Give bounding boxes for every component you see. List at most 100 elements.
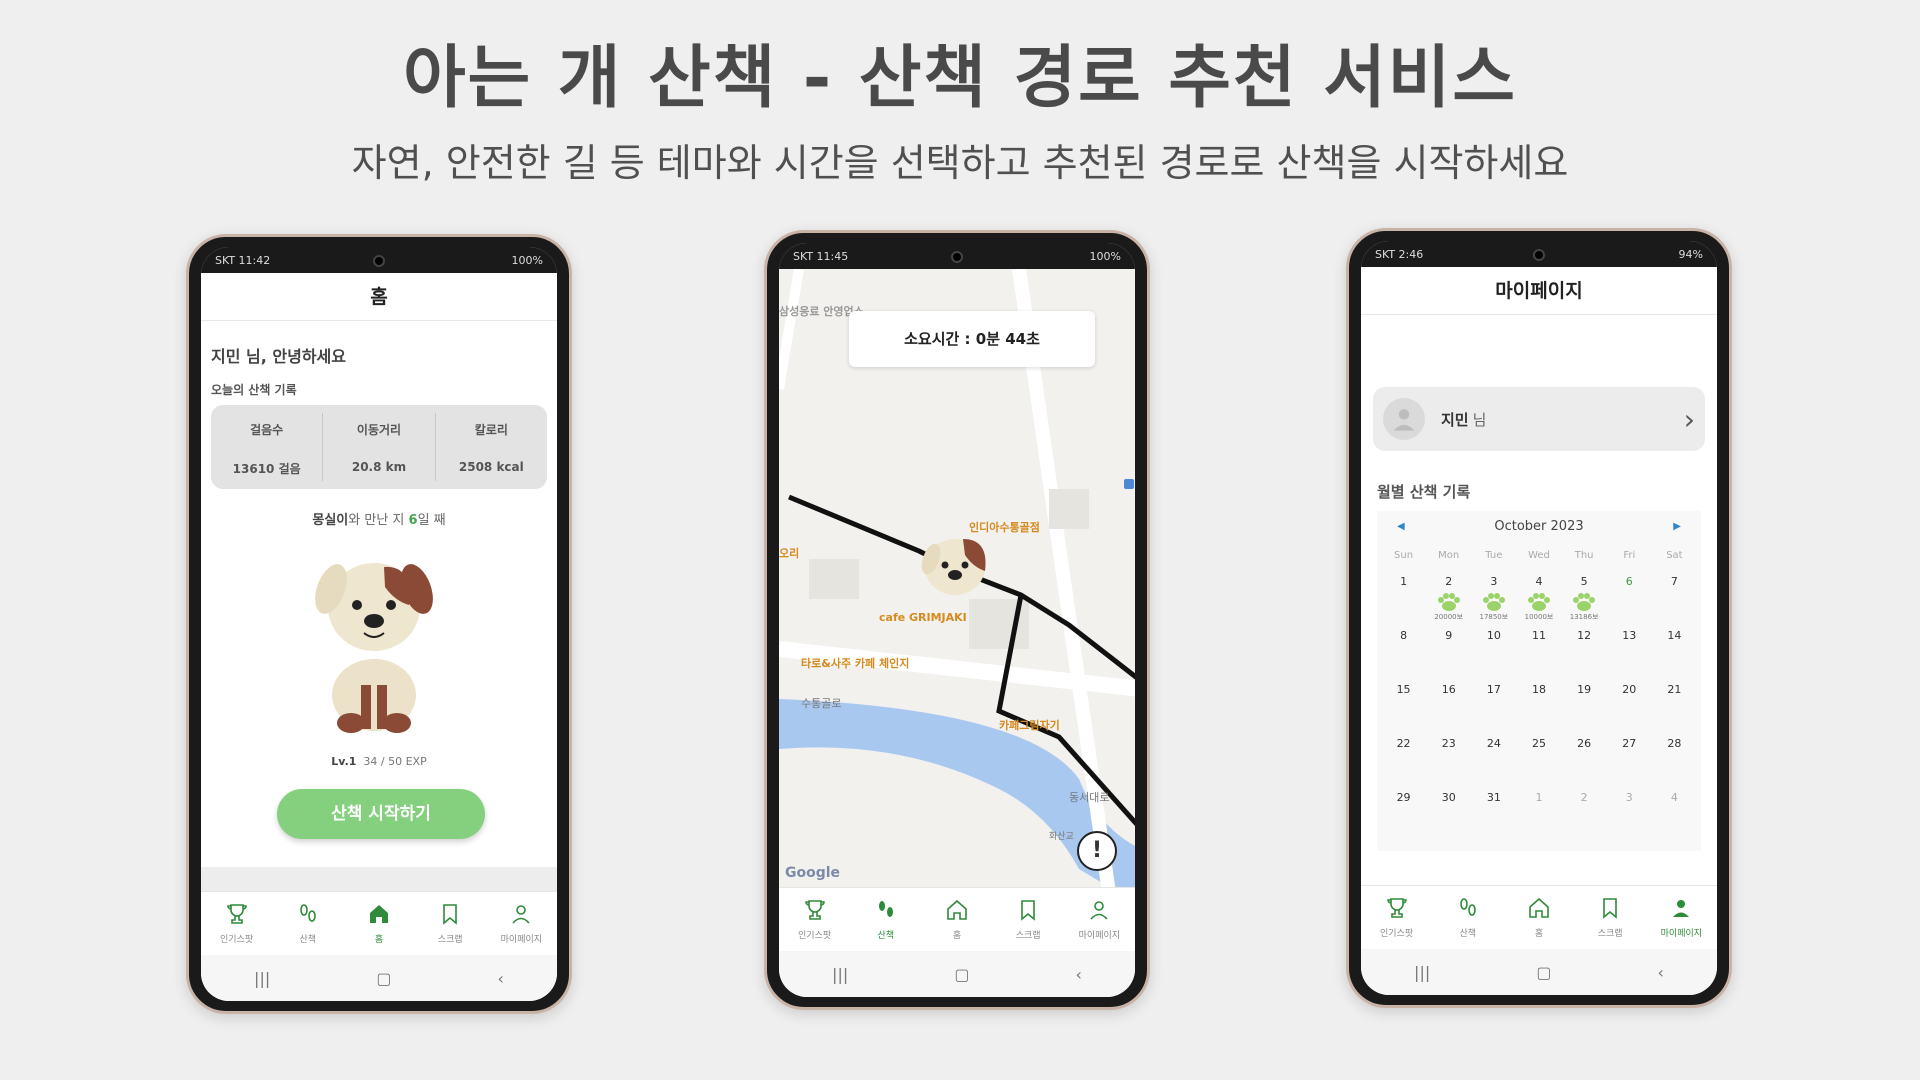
day-number: 4	[1670, 791, 1678, 804]
calendar-day[interactable]: 3 17850보	[1471, 567, 1516, 621]
camera-hole	[373, 255, 385, 267]
mypage-screen: SKT 2:46 94% 마이페이지 지민 님 › 월별 산책 기록 ◀ Octo…	[1361, 241, 1717, 995]
page-title: 마이페이지	[1361, 267, 1717, 315]
calendar-day[interactable]: 12	[1562, 621, 1607, 675]
home-button-icon[interactable]: ▢	[376, 969, 391, 988]
home-button-icon[interactable]: ▢	[1536, 963, 1551, 982]
stat-value: 13610 걸음	[232, 462, 301, 476]
nav-item-home[interactable]: 홈	[347, 902, 411, 945]
paw-icon	[1573, 593, 1596, 611]
calendar-day[interactable]: 29	[1381, 783, 1426, 837]
home-icon	[947, 899, 967, 920]
dog-marker-icon	[919, 529, 991, 601]
weekday-label: Thu	[1574, 550, 1594, 561]
calendar-day[interactable]: 11	[1516, 621, 1561, 675]
day-number: 22	[1396, 737, 1411, 750]
calendar-day[interactable]: 14	[1652, 621, 1697, 675]
calendar-day[interactable]: 23	[1426, 729, 1471, 783]
day-number: 15	[1396, 683, 1411, 696]
nav-label: 홈	[1534, 929, 1544, 939]
status-battery: 100%	[1089, 249, 1121, 263]
recent-apps-icon[interactable]: |||	[1414, 963, 1430, 982]
calendar-day[interactable]: 2 20000보	[1426, 567, 1471, 621]
stat-steps: 걸음수 13610 걸음	[211, 413, 324, 481]
nav-item-home[interactable]: 홈	[1507, 896, 1571, 939]
calendar-header: ◀ October 2023 ▶	[1377, 511, 1701, 542]
day-number: 3	[1625, 791, 1633, 804]
recent-apps-icon[interactable]: |||	[832, 965, 848, 984]
trophy-icon	[804, 900, 825, 920]
calendar-day[interactable]: 7	[1652, 567, 1697, 621]
calendar-day[interactable]: 18	[1516, 675, 1561, 729]
calendar-day[interactable]: 19	[1562, 675, 1607, 729]
calendar-day[interactable]: 2	[1562, 783, 1607, 837]
calendar-day[interactable]: 4	[1652, 783, 1697, 837]
nav-item-scrap[interactable]: 스크랩	[1578, 896, 1642, 939]
calendar-day[interactable]: 5 13186보	[1562, 567, 1607, 621]
calendar-day[interactable]: 31	[1471, 783, 1516, 837]
home-button-icon[interactable]: ▢	[954, 965, 969, 984]
calendar-day[interactable]: 15	[1381, 675, 1426, 729]
day-number: 11	[1531, 629, 1546, 642]
system-nav: ||| ▢ ‹	[201, 955, 557, 1001]
back-icon[interactable]: ‹	[498, 969, 504, 988]
day-number: 28	[1667, 737, 1682, 750]
calendar-day[interactable]: 21	[1652, 675, 1697, 729]
calendar-day[interactable]: 1	[1516, 783, 1561, 837]
calendar-day[interactable]: 20	[1607, 675, 1652, 729]
day-number: 24	[1486, 737, 1501, 750]
nav-item-walk[interactable]: 산책	[276, 902, 340, 945]
calendar-day[interactable]: 26	[1562, 729, 1607, 783]
next-month-icon[interactable]: ▶	[1673, 521, 1681, 532]
nav-item-mypage[interactable]: 마이페이지	[489, 902, 553, 945]
calendar-day[interactable]: 24	[1471, 729, 1516, 783]
calendar-day[interactable]: 9	[1426, 621, 1471, 675]
start-walk-button[interactable]: 산책 시작하기	[277, 789, 485, 839]
weekday-label: Fri	[1623, 550, 1636, 561]
nav-item-popular[interactable]: 인기스팟	[1365, 896, 1429, 939]
nav-item-scrap[interactable]: 스크랩	[418, 902, 482, 945]
calendar-day[interactable]: 1	[1381, 567, 1426, 621]
meet-mid: 와 만난 지	[348, 513, 409, 528]
calendar-day[interactable]: 22	[1381, 729, 1426, 783]
calendar-day[interactable]: 13	[1607, 621, 1652, 675]
nav-item-walk[interactable]: 산책	[1436, 896, 1500, 939]
calendar-day[interactable]: 25	[1516, 729, 1561, 783]
nav-item-mypage[interactable]: 마이페이지	[1649, 896, 1713, 939]
calendar-day[interactable]: 17	[1471, 675, 1516, 729]
day-number: 30	[1441, 791, 1456, 804]
prev-month-icon[interactable]: ◀	[1397, 521, 1405, 532]
recent-apps-icon[interactable]: |||	[254, 969, 270, 988]
route-map[interactable]: 삼성응료 안영업소 인디아수통골점 오리 cafe GRIMJAKI 타로&사주…	[779, 269, 1135, 893]
calendar-day[interactable]: 28	[1652, 729, 1697, 783]
calendar-day[interactable]: 10	[1471, 621, 1516, 675]
weekday-label: Tue	[1485, 550, 1503, 561]
nav-item-popular[interactable]: 인기스팟	[783, 898, 847, 941]
back-icon[interactable]: ‹	[1658, 963, 1664, 982]
calendar-day[interactable]: 27	[1607, 729, 1652, 783]
calendar-day[interactable]: 8	[1381, 621, 1426, 675]
calendar-day[interactable]: 3	[1607, 783, 1652, 837]
day-number: 23	[1441, 737, 1456, 750]
today-label: 오늘의 산책 기록	[211, 383, 297, 397]
google-logo: Google	[785, 865, 841, 881]
alert-button[interactable]: !	[1077, 831, 1117, 871]
greeting: 지민 님, 안녕하세요	[211, 347, 346, 366]
nav-item-mypage[interactable]: 마이페이지	[1067, 898, 1131, 941]
calendar-day[interactable]: 30	[1426, 783, 1471, 837]
nav-label: 인기스팟	[798, 931, 832, 941]
phone-mypage: SKT 2:46 94% 마이페이지 지민 님 › 월별 산책 기록 ◀ Octo…	[1346, 228, 1732, 1008]
subline: 자연, 안전한 길 등 테마와 시간을 선택하고 추천된 경로로 산책을 시작하…	[351, 141, 1569, 185]
footprints-icon	[299, 904, 316, 922]
nav-item-scrap[interactable]: 스크랩	[996, 898, 1060, 941]
nav-item-popular[interactable]: 인기스팟	[205, 902, 269, 945]
calendar-day[interactable]: 6	[1607, 567, 1652, 621]
calendar-day[interactable]: 4 10000보	[1516, 567, 1561, 621]
profile-card[interactable]: 지민 님 ›	[1373, 387, 1705, 451]
calendar-day[interactable]: 16	[1426, 675, 1471, 729]
nav-item-home[interactable]: 홈	[925, 898, 989, 941]
road-label: 수통골로	[801, 697, 842, 710]
nav-item-walk[interactable]: 산책	[854, 898, 918, 941]
system-nav: ||| ▢ ‹	[779, 951, 1135, 997]
back-icon[interactable]: ‹	[1076, 965, 1082, 984]
